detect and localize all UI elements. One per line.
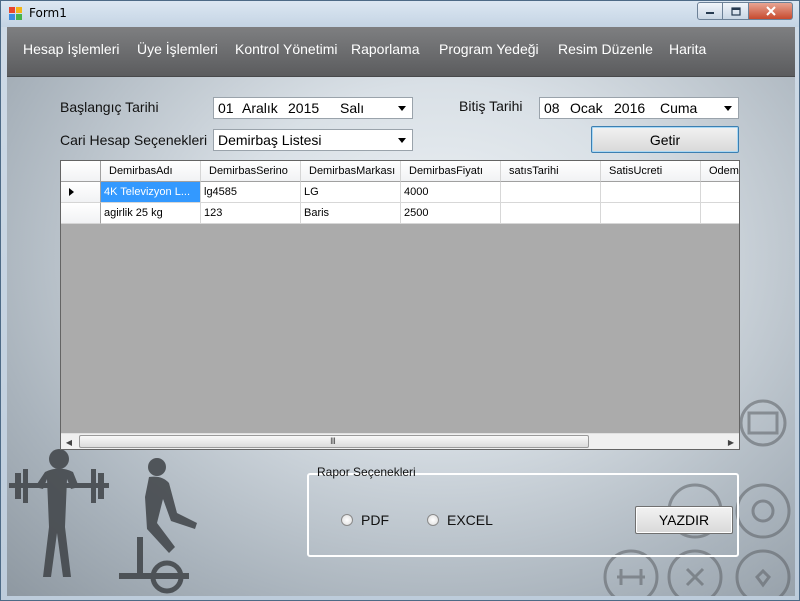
scroll-right-icon[interactable]: ▶ bbox=[723, 434, 739, 449]
table-row[interactable]: agirlik 25 kg 123 Baris 2500 bbox=[61, 203, 739, 224]
scroll-grip: III bbox=[330, 437, 336, 447]
title-bar[interactable]: Form1 bbox=[1, 1, 799, 27]
table-cell[interactable]: agirlik 25 kg bbox=[101, 203, 201, 224]
grid-corner-header[interactable] bbox=[61, 161, 101, 182]
maximize-icon[interactable] bbox=[723, 2, 749, 20]
menu-kontrol-yonetimi[interactable]: Kontrol Yönetimi bbox=[235, 41, 337, 57]
table-cell[interactable]: 4000 bbox=[401, 182, 501, 203]
window-controls bbox=[697, 2, 793, 20]
table-cell[interactable]: 4K Televizyon L... bbox=[101, 182, 201, 203]
table-cell[interactable] bbox=[701, 203, 739, 224]
table-cell[interactable]: 2500 bbox=[401, 203, 501, 224]
radio-pdf-label: PDF bbox=[361, 512, 389, 528]
start-month: Aralık bbox=[242, 100, 278, 116]
menu-uye-islemleri[interactable]: Üye İşlemleri bbox=[137, 41, 218, 57]
scroll-thumb[interactable]: III bbox=[79, 435, 589, 448]
grid-header-row: DemirbasAdı DemirbasSerino DemirbasMarka… bbox=[61, 161, 739, 182]
start-date-label: Başlangıç Tarihi bbox=[60, 99, 159, 115]
account-options-label: Cari Hesap Seçenekleri bbox=[60, 132, 208, 148]
menu-raporlama[interactable]: Raporlama bbox=[351, 41, 419, 57]
window-title: Form1 bbox=[29, 6, 67, 20]
end-day: 08 bbox=[544, 100, 560, 116]
radio-excel[interactable]: EXCEL bbox=[427, 512, 493, 528]
end-weekday: Cuma bbox=[660, 100, 698, 116]
form-client-area: Hesap İşlemleri Üye İşlemleri Kontrol Yö… bbox=[7, 27, 795, 596]
column-header[interactable]: DemirbasFiyatı bbox=[401, 161, 501, 182]
row-indicator-icon bbox=[69, 188, 74, 196]
app-icon bbox=[9, 7, 23, 20]
row-header[interactable] bbox=[61, 182, 101, 203]
column-header[interactable]: SatisUcreti bbox=[601, 161, 701, 182]
column-header[interactable]: DemirbasMarkası bbox=[301, 161, 401, 182]
table-cell[interactable]: lg4585 bbox=[201, 182, 301, 203]
account-options-select[interactable]: Demirbaş Listesi bbox=[213, 129, 413, 151]
dropdown-arrow-icon[interactable] bbox=[395, 101, 409, 115]
start-weekday: Salı bbox=[340, 100, 365, 116]
menu-hesap-islemleri[interactable]: Hesap İşlemleri bbox=[23, 41, 119, 57]
table-cell[interactable]: 123 bbox=[201, 203, 301, 224]
report-options-group: Rapor Seçenekleri PDF EXCEL YAZDIR bbox=[307, 465, 739, 557]
main-window: Form1 Hesap İşlemleri Üye İşlemleri Kont… bbox=[0, 0, 800, 601]
radio-circle-icon[interactable] bbox=[341, 514, 353, 526]
horizontal-scrollbar[interactable]: ◀ III ▶ bbox=[61, 433, 739, 449]
table-cell[interactable] bbox=[501, 182, 601, 203]
radio-circle-icon[interactable] bbox=[427, 514, 439, 526]
close-icon[interactable] bbox=[749, 2, 793, 20]
menu-resim-duzenle[interactable]: Resim Düzenle bbox=[558, 41, 653, 57]
row-header[interactable] bbox=[61, 203, 101, 224]
start-date-picker[interactable]: 01 Aralık 2015 Salı bbox=[213, 97, 413, 119]
end-month: Ocak bbox=[570, 100, 603, 116]
table-cell[interactable] bbox=[601, 203, 701, 224]
fetch-button[interactable]: Getir bbox=[591, 126, 739, 153]
account-options-value: Demirbaş Listesi bbox=[218, 132, 322, 148]
start-day: 01 bbox=[218, 100, 234, 116]
table-cell[interactable] bbox=[601, 182, 701, 203]
menu-harita[interactable]: Harita bbox=[669, 41, 706, 57]
column-header[interactable]: DemirbasSerino bbox=[201, 161, 301, 182]
column-header[interactable]: satısTarihi bbox=[501, 161, 601, 182]
end-year: 2016 bbox=[614, 100, 646, 116]
end-date-label: Bitiş Tarihi bbox=[459, 98, 523, 114]
end-date-picker[interactable]: 08 Ocak 2016 Cuma bbox=[539, 97, 739, 119]
column-header[interactable]: DemirbasAdı bbox=[101, 161, 201, 182]
start-year: 2015 bbox=[288, 100, 320, 116]
menu-bar: Hesap İşlemleri Üye İşlemleri Kontrol Yö… bbox=[7, 27, 795, 77]
dropdown-arrow-icon[interactable] bbox=[395, 133, 409, 147]
table-cell[interactable]: Baris bbox=[301, 203, 401, 224]
table-row[interactable]: 4K Televizyon L... lg4585 LG 4000 bbox=[61, 182, 739, 203]
radio-pdf[interactable]: PDF bbox=[341, 512, 389, 528]
minimize-icon[interactable] bbox=[697, 2, 723, 20]
radio-excel-label: EXCEL bbox=[447, 512, 493, 528]
dropdown-arrow-icon[interactable] bbox=[721, 101, 735, 115]
print-button[interactable]: YAZDIR bbox=[635, 506, 733, 534]
table-cell[interactable] bbox=[701, 182, 739, 203]
fitness-silhouette-image bbox=[9, 449, 197, 594]
column-header[interactable]: Odeme bbox=[701, 161, 739, 182]
table-cell[interactable]: LG bbox=[301, 182, 401, 203]
data-grid[interactable]: DemirbasAdı DemirbasSerino DemirbasMarka… bbox=[60, 160, 740, 450]
report-options-title: Rapor Seçenekleri bbox=[317, 465, 416, 479]
scroll-left-icon[interactable]: ◀ bbox=[61, 434, 77, 449]
menu-program-yedegi[interactable]: Program Yedeği bbox=[439, 41, 539, 57]
table-cell[interactable] bbox=[501, 203, 601, 224]
